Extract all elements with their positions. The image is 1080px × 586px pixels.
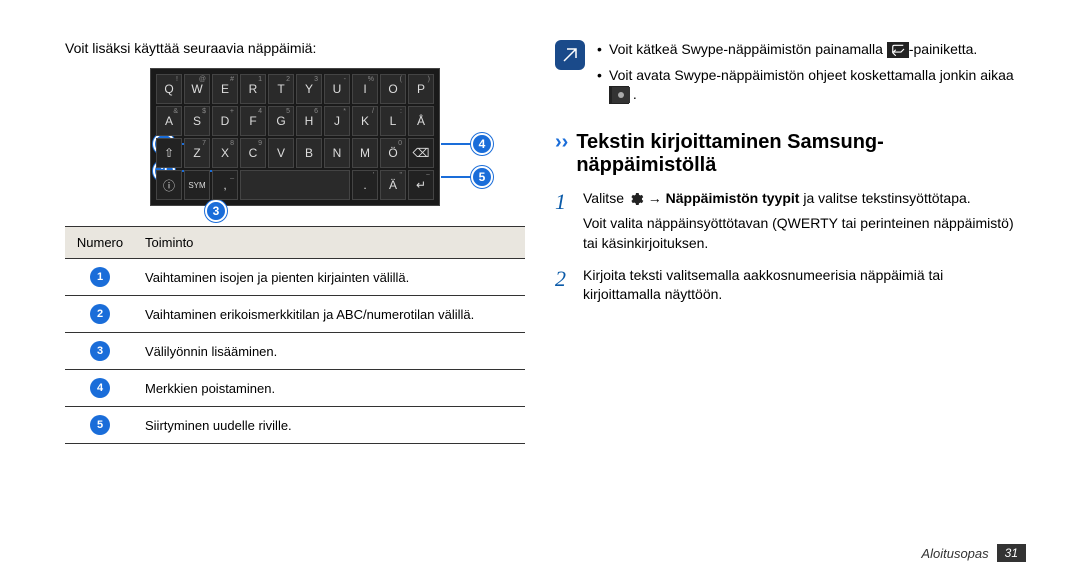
keyboard-illustration: 1 2 3 4 5 !Q@W#E1R2T3Y-U%I(O)P&A$S+D4F5G… [65, 68, 525, 206]
number-badge: 3 [90, 341, 110, 361]
key: %I [352, 74, 378, 104]
number-badge: 5 [90, 415, 110, 435]
key: +D [212, 106, 238, 136]
key: @W [184, 74, 210, 104]
key: "Ä [380, 170, 406, 200]
th-numero: Numero [65, 227, 135, 259]
key: 1R [240, 74, 266, 104]
key: V [268, 138, 294, 168]
note-icon [555, 40, 585, 70]
left-column: Voit lisäksi käyttää seuraavia näppäimiä… [50, 40, 540, 556]
function-text: Merkkien poistaminen. [135, 370, 525, 407]
note-item-2: Voit avata Swype-näppäimistön ohjeet kos… [597, 66, 1015, 105]
key: 3Y [296, 74, 322, 104]
back-key-icon [887, 42, 909, 58]
key: )P [408, 74, 434, 104]
keyboard-body: !Q@W#E1R2T3Y-U%I(O)P&A$S+D4F5G6H*J/K:LÅ ⇧… [150, 68, 440, 206]
step-1-detail: Voit valita näppäinsyöttötavan (QWERTY t… [583, 214, 1015, 253]
key: &A [156, 106, 182, 136]
key: B [296, 138, 322, 168]
callout-3: 3 [205, 200, 227, 222]
key: !Q [156, 74, 182, 104]
key: Å [408, 106, 434, 136]
note-box: Voit kätkeä Swype-näppäimistön painamall… [555, 40, 1015, 111]
table-row: 5 Siirtyminen uudelle riville. [65, 407, 525, 444]
key: SYM [184, 170, 210, 200]
function-text: Vaihtaminen isojen ja pienten kirjainten… [135, 259, 525, 296]
th-toiminto: Toiminto [135, 227, 525, 259]
key: 9C [240, 138, 266, 168]
table-row: 2 Vaihtaminen erikoismerkkitilan ja ABC/n… [65, 296, 525, 333]
key [240, 170, 350, 200]
key: -U [324, 74, 350, 104]
section-title-text: Tekstin kirjoittaminen Samsung-näppäimis… [576, 131, 1015, 177]
key: ~↵ [408, 170, 434, 200]
page-footer: Aloitusopas 31 [921, 544, 1026, 562]
callout-4: 4 [471, 133, 493, 155]
key: 7Z [184, 138, 210, 168]
key: 6H [296, 106, 322, 136]
table-row: 3 Välilyönnin lisääminen. [65, 333, 525, 370]
footer-label: Aloitusopas [921, 546, 988, 561]
function-text: Välilyönnin lisääminen. [135, 333, 525, 370]
key: 8X [212, 138, 238, 168]
number-badge: 2 [90, 304, 110, 324]
right-column: Voit kätkeä Swype-näppäimistön painamall… [540, 40, 1030, 556]
key: N [324, 138, 350, 168]
chevron-icon: ›› [555, 131, 568, 154]
table-row: 4 Merkkien poistaminen. [65, 370, 525, 407]
key: '. [352, 170, 378, 200]
key: _, [212, 170, 238, 200]
intro-text: Voit lisäksi käyttää seuraavia näppäimiä… [65, 40, 525, 56]
table-row: 1 Vaihtaminen isojen ja pienten kirjainte… [65, 259, 525, 296]
key: #E [212, 74, 238, 104]
key: 5G [268, 106, 294, 136]
function-text: Siirtyminen uudelle riville. [135, 407, 525, 444]
step-1: 1 Valitse → Näppäimistön tyypit ja valit… [555, 189, 1015, 254]
key: ⌫ [408, 138, 434, 168]
key: ⇧ [156, 138, 182, 168]
steps-list: 1 Valitse → Näppäimistön tyypit ja valit… [555, 189, 1015, 305]
key: 4F [240, 106, 266, 136]
note-item-1: Voit kätkeä Swype-näppäimistön painamall… [597, 40, 1015, 60]
callout-5: 5 [471, 166, 493, 188]
key: :L [380, 106, 406, 136]
key: *J [324, 106, 350, 136]
key: M [352, 138, 378, 168]
step-2: 2 Kirjoita teksti valitsemalla aakkosnum… [555, 266, 1015, 305]
key: /K [352, 106, 378, 136]
function-table: Numero Toiminto 1 Vaihtaminen isojen ja p… [65, 226, 525, 444]
key: 2T [268, 74, 294, 104]
gear-icon [628, 191, 644, 207]
number-badge: 4 [90, 378, 110, 398]
key: (O [380, 74, 406, 104]
function-text: Vaihtaminen erikoismerkkitilan ja ABC/nu… [135, 296, 525, 333]
section-heading: ›› Tekstin kirjoittaminen Samsung-näppäi… [555, 131, 1015, 177]
number-badge: 1 [90, 267, 110, 287]
page-number: 31 [997, 544, 1026, 562]
swype-hold-icon [609, 86, 629, 104]
key: $S [184, 106, 210, 136]
key: 0Ö [380, 138, 406, 168]
key: ⓘ [156, 170, 182, 200]
